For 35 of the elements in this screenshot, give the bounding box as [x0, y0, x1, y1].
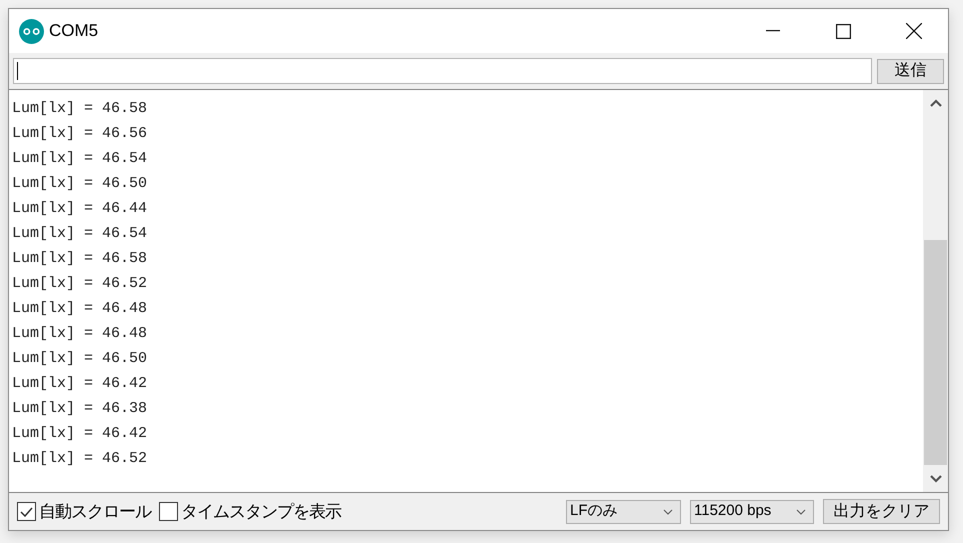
send-button[interactable]: 送信: [877, 58, 944, 84]
send-input-field[interactable]: [13, 58, 872, 84]
output-line: Lum[lx] = 46.52: [12, 274, 148, 294]
output-line: Lum[lx] = 46.42: [12, 374, 148, 394]
scrollbar-thumb[interactable]: [924, 240, 947, 465]
output-line: Lum[lx] = 46.52: [12, 449, 148, 469]
output-line: Lum[lx] = 46.50: [12, 349, 148, 369]
scroll-up-icon[interactable]: [930, 99, 942, 107]
output-line: Lum[lx] = 46.54: [12, 149, 148, 169]
close-icon[interactable]: [906, 23, 922, 39]
maximize-icon[interactable]: [836, 24, 851, 38]
chevron-down-icon: [663, 508, 673, 514]
output-line: Lum[lx] = 46.58: [12, 99, 148, 119]
line-ending-dropdown[interactable]: LFのみ: [566, 500, 681, 524]
output-line: Lum[lx] = 46.38: [12, 399, 148, 419]
output-line: Lum[lx] = 46.58: [12, 249, 148, 269]
output-line: Lum[lx] = 46.44: [12, 199, 148, 219]
output-line: Lum[lx] = 46.48: [12, 299, 148, 319]
minimize-icon[interactable]: [766, 30, 780, 32]
output-line: Lum[lx] = 46.48: [12, 324, 148, 344]
chevron-down-icon: [796, 508, 806, 514]
checkmark-icon: [20, 506, 33, 516]
window-title: COM5: [49, 20, 98, 42]
output-line: Lum[lx] = 46.56: [12, 124, 148, 144]
output-line: Lum[lx] = 46.42: [12, 424, 148, 444]
scrollbar[interactable]: [923, 90, 948, 492]
checkbox-label[interactable]: タイムスタンプを表示: [181, 498, 341, 524]
clear-output-button[interactable]: 出力をクリア: [823, 499, 940, 524]
baud-rate-dropdown[interactable]: 115200 bps: [690, 500, 814, 524]
scroll-down-icon[interactable]: [930, 475, 942, 483]
output-line: Lum[lx] = 46.50: [12, 174, 148, 194]
checkbox[interactable]: [17, 502, 36, 521]
checkbox[interactable]: [159, 502, 178, 521]
checkbox-label[interactable]: 自動スクロール: [39, 498, 151, 524]
output-line: Lum[lx] = 46.54: [12, 224, 148, 244]
